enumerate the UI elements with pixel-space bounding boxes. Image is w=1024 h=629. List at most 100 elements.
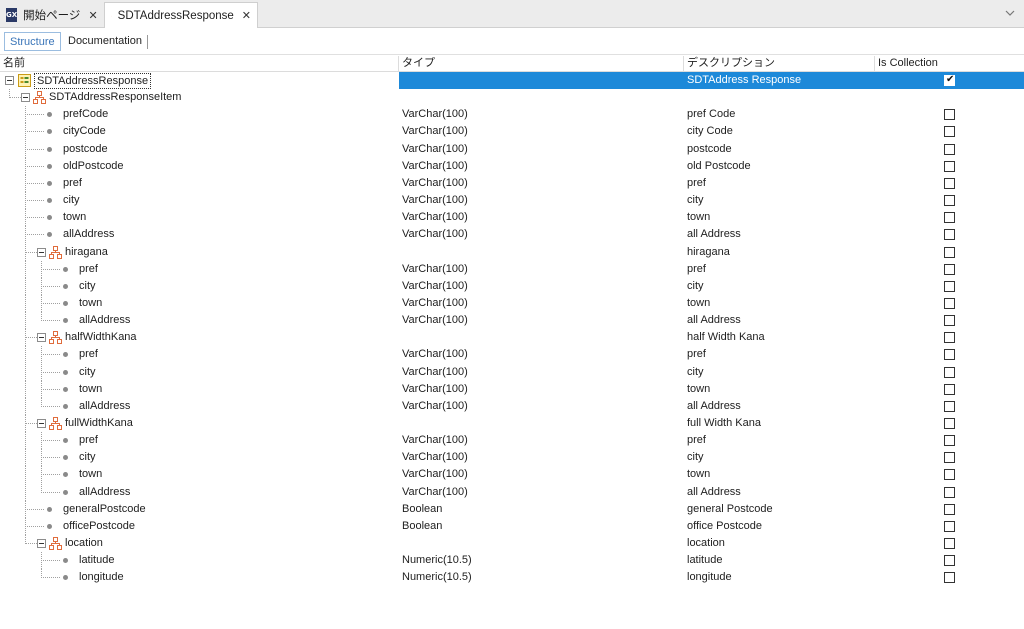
name-cell[interactable]: city	[0, 278, 398, 295]
is-collection-checkbox[interactable]	[944, 212, 955, 223]
type-cell[interactable]: VarChar(100)	[399, 226, 684, 243]
subtab-documentation[interactable]: Documentation	[63, 32, 147, 51]
name-cell[interactable]: prefCode	[0, 106, 398, 123]
name-cell[interactable]: officePostcode	[0, 518, 398, 535]
is-collection-checkbox[interactable]	[944, 195, 955, 206]
type-cell[interactable]	[399, 244, 684, 261]
tree-row[interactable]: prefCode VarChar(100) pref Code	[0, 106, 1024, 123]
tree-row[interactable]: city VarChar(100) city	[0, 449, 1024, 466]
type-cell[interactable]: Numeric(10.5)	[399, 552, 684, 569]
description-cell[interactable]: pref	[684, 261, 875, 278]
description-cell[interactable]: old Postcode	[684, 158, 875, 175]
description-cell[interactable]: SDTAddress Response	[684, 72, 875, 89]
description-cell[interactable]: city	[684, 364, 875, 381]
type-cell[interactable]	[399, 415, 684, 432]
close-icon[interactable]: ✕	[88, 9, 97, 22]
name-cell[interactable]: cityCode	[0, 123, 398, 140]
is-collection-checkbox[interactable]	[944, 418, 955, 429]
name-cell[interactable]: SDTAddressResponseItem	[0, 89, 398, 106]
description-cell[interactable]: town	[684, 381, 875, 398]
description-cell[interactable]: pref	[684, 175, 875, 192]
type-cell[interactable]: VarChar(100)	[399, 261, 684, 278]
type-cell[interactable]: VarChar(100)	[399, 484, 684, 501]
is-collection-checkbox[interactable]: ✔	[944, 74, 955, 86]
is-collection-checkbox[interactable]	[944, 332, 955, 343]
tree-row[interactable]: allAddress VarChar(100) all Address	[0, 312, 1024, 329]
type-cell[interactable]: VarChar(100)	[399, 158, 684, 175]
is-collection-checkbox[interactable]	[944, 178, 955, 189]
is-collection-checkbox[interactable]	[944, 487, 955, 498]
type-cell[interactable]	[399, 535, 684, 552]
name-cell[interactable]: halfWidthKana	[0, 329, 398, 346]
collapse-icon[interactable]	[21, 93, 30, 102]
description-cell[interactable]: hiragana	[684, 244, 875, 261]
tree-row[interactable]: hiragana hiragana	[0, 244, 1024, 261]
name-cell[interactable]: town	[0, 295, 398, 312]
description-cell[interactable]	[684, 89, 875, 106]
description-cell[interactable]: location	[684, 535, 875, 552]
type-cell[interactable]: Boolean	[399, 501, 684, 518]
name-cell[interactable]: pref	[0, 432, 398, 449]
name-cell[interactable]: pref	[0, 261, 398, 278]
column-header-is-collection[interactable]: Is Collection	[875, 56, 1024, 71]
tree-row[interactable]: oldPostcode VarChar(100) old Postcode	[0, 158, 1024, 175]
name-cell[interactable]: SDTAddressResponse	[0, 72, 398, 89]
tree-row[interactable]: allAddress VarChar(100) all Address	[0, 398, 1024, 415]
is-collection-checkbox[interactable]	[944, 126, 955, 137]
description-cell[interactable]: city	[684, 192, 875, 209]
name-cell[interactable]: town	[0, 466, 398, 483]
name-cell[interactable]: oldPostcode	[0, 158, 398, 175]
tree-row[interactable]: city VarChar(100) city	[0, 364, 1024, 381]
name-cell[interactable]: town	[0, 209, 398, 226]
tree-row[interactable]: postcode VarChar(100) postcode	[0, 141, 1024, 158]
type-cell[interactable]: VarChar(100)	[399, 123, 684, 140]
tree-row[interactable]: pref VarChar(100) pref	[0, 432, 1024, 449]
name-cell[interactable]: pref	[0, 175, 398, 192]
type-cell[interactable]: VarChar(100)	[399, 364, 684, 381]
description-cell[interactable]: town	[684, 466, 875, 483]
is-collection-checkbox[interactable]	[944, 247, 955, 258]
name-cell[interactable]: city	[0, 364, 398, 381]
description-cell[interactable]: pref	[684, 432, 875, 449]
tree-row[interactable]: town VarChar(100) town	[0, 381, 1024, 398]
name-cell[interactable]: allAddress	[0, 398, 398, 415]
name-cell[interactable]: allAddress	[0, 312, 398, 329]
close-icon[interactable]: ✕	[242, 9, 251, 22]
description-cell[interactable]: postcode	[684, 141, 875, 158]
type-cell[interactable]: VarChar(100)	[399, 449, 684, 466]
tree-row[interactable]: cityCode VarChar(100) city Code	[0, 123, 1024, 140]
subtab-structure[interactable]: Structure	[4, 32, 61, 51]
name-cell[interactable]: fullWidthKana	[0, 415, 398, 432]
type-cell[interactable]: VarChar(100)	[399, 209, 684, 226]
tree-row[interactable]: SDTAddressResponseItem	[0, 89, 1024, 106]
type-cell[interactable]	[399, 72, 684, 89]
tree-row[interactable]: town VarChar(100) town	[0, 295, 1024, 312]
name-cell[interactable]: latitude	[0, 552, 398, 569]
tree-row[interactable]: pref VarChar(100) pref	[0, 261, 1024, 278]
name-cell[interactable]: hiragana	[0, 244, 398, 261]
collapse-icon[interactable]	[37, 419, 46, 428]
type-cell[interactable]: VarChar(100)	[399, 106, 684, 123]
collapse-icon[interactable]	[37, 248, 46, 257]
description-cell[interactable]: half Width Kana	[684, 329, 875, 346]
type-cell[interactable]	[399, 89, 684, 106]
type-cell[interactable]: VarChar(100)	[399, 192, 684, 209]
is-collection-checkbox[interactable]	[944, 109, 955, 120]
is-collection-checkbox[interactable]	[944, 161, 955, 172]
name-cell[interactable]: city	[0, 192, 398, 209]
is-collection-checkbox[interactable]	[944, 384, 955, 395]
is-collection-checkbox[interactable]	[944, 521, 955, 532]
type-cell[interactable]: VarChar(100)	[399, 175, 684, 192]
description-cell[interactable]: city Code	[684, 123, 875, 140]
type-cell[interactable]: VarChar(100)	[399, 346, 684, 363]
chevron-down-icon[interactable]	[1004, 7, 1016, 19]
tree-row[interactable]: pref VarChar(100) pref	[0, 346, 1024, 363]
tab-sdtaddressresponse[interactable]: SDTAddressResponse ✕	[104, 2, 258, 28]
description-cell[interactable]: pref	[684, 346, 875, 363]
description-cell[interactable]: longitude	[684, 569, 875, 586]
tree-row[interactable]: halfWidthKana half Width Kana	[0, 329, 1024, 346]
tree-row[interactable]: fullWidthKana full Width Kana	[0, 415, 1024, 432]
is-collection-checkbox[interactable]	[944, 349, 955, 360]
name-cell[interactable]: generalPostcode	[0, 501, 398, 518]
type-cell[interactable]: VarChar(100)	[399, 295, 684, 312]
